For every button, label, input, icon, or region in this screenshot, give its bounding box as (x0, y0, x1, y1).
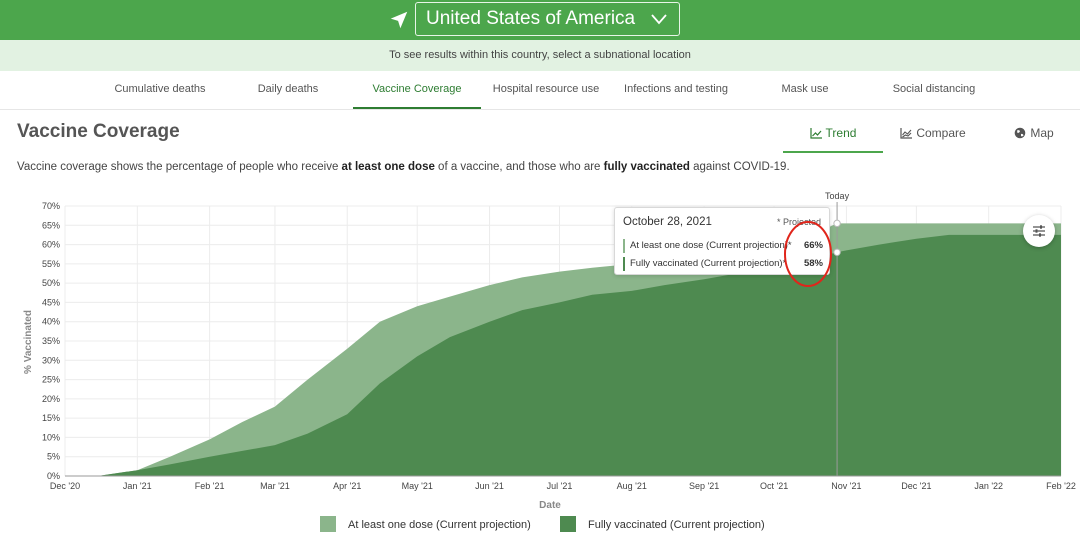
x-axis-label: Date (539, 500, 561, 511)
description-bold-2: fully vaccinated (603, 161, 690, 173)
tooltip-date: October 28, 2021 (623, 216, 712, 228)
legend-item-at-least-one-dose[interactable]: At least one dose (Current projection) (320, 516, 531, 534)
x-tick-label: Dec '20 (50, 481, 80, 491)
y-tick-label: 35% (42, 336, 60, 346)
location-arrow-icon[interactable] (388, 9, 410, 31)
description-part-1: Vaccine coverage shows the percentage of… (17, 161, 342, 173)
y-tick-label: 45% (42, 297, 60, 307)
tab-mask-use[interactable]: Mask use (760, 71, 850, 109)
y-tick-label: 30% (42, 355, 60, 365)
annotation-circle (784, 221, 832, 287)
x-tick-label: Feb '21 (195, 481, 225, 491)
description: Vaccine coverage shows the percentage of… (17, 161, 790, 173)
view-tab-compare-label: Compare (916, 126, 966, 140)
globe-icon (1015, 127, 1026, 139)
y-tick-label: 40% (42, 317, 60, 327)
tab-infections-and-testing[interactable]: Infections and testing (612, 71, 740, 109)
sliders-icon (1033, 225, 1045, 237)
x-tick-label: Oct '21 (760, 481, 788, 491)
y-tick-label: 55% (42, 259, 60, 269)
trend-icon (809, 128, 822, 139)
tooltip-row-label: Fully vaccinated (Current projection)* (630, 258, 787, 269)
location-bar: United States of America (0, 0, 1080, 40)
view-tab-compare[interactable]: Compare (893, 116, 973, 153)
x-tick-label: Mar '21 (260, 481, 290, 491)
view-tab-trend-label: Trend (825, 126, 857, 140)
legend-swatch (320, 516, 336, 532)
compare-icon (900, 128, 913, 139)
legend-swatch (560, 516, 576, 532)
y-tick-label: 50% (42, 278, 60, 288)
view-tab-trend[interactable]: Trend (783, 116, 883, 153)
tab-social-distancing[interactable]: Social distancing (872, 71, 996, 109)
x-tick-label: Jul '21 (547, 481, 573, 491)
tab-daily-deaths[interactable]: Daily deaths (238, 71, 338, 109)
description-bold-1: at least one dose (341, 161, 435, 173)
x-tick-label: Jan '21 (123, 481, 152, 491)
x-tick-label: Feb '22 (1046, 481, 1076, 491)
x-tick-label: Aug '21 (617, 481, 647, 491)
tab-cumulative-deaths[interactable]: Cumulative deaths (100, 71, 220, 109)
x-tick-label: May '21 (402, 481, 433, 491)
y-tick-label: 20% (42, 394, 60, 404)
x-tick-label: Jan '22 (974, 481, 1003, 491)
chevron-down-icon (651, 14, 667, 25)
view-tab-map[interactable]: Map (1005, 116, 1063, 153)
page-title: Vaccine Coverage (17, 121, 180, 142)
tab-hospital-resource-use[interactable]: Hospital resource use (485, 71, 607, 109)
y-tick-label: 15% (42, 413, 60, 423)
y-tick-label: 70% (42, 201, 60, 211)
metric-tabs: Cumulative deaths Daily deaths Vaccine C… (0, 71, 1080, 110)
legend-label: At least one dose (Current projection) (348, 519, 531, 531)
x-tick-label: Jun '21 (475, 481, 504, 491)
country-select-value: United States of America (426, 8, 636, 29)
y-tick-label: 10% (42, 432, 60, 442)
y-tick-label: 5% (47, 452, 60, 462)
description-part-2: of a vaccine, and those who are (434, 161, 604, 173)
subnational-note: To see results within this country, sele… (0, 40, 1080, 71)
description-part-3: against COVID-19. (689, 161, 790, 173)
chart-settings-button[interactable] (1023, 215, 1055, 247)
x-tick-label: Apr '21 (333, 481, 361, 491)
view-tab-map-label: Map (1030, 126, 1054, 140)
today-label: Today (825, 191, 850, 201)
legend-item-fully-vaccinated[interactable]: Fully vaccinated (Current projection) (560, 516, 765, 534)
legend-label: Fully vaccinated (Current projection) (588, 519, 765, 531)
y-axis-label: % Vaccinated (23, 310, 34, 374)
country-select[interactable]: United States of America (415, 2, 680, 36)
x-tick-label: Nov '21 (831, 481, 861, 491)
tooltip-row-label: At least one dose (Current projection)* (630, 240, 792, 251)
y-tick-label: 60% (42, 240, 60, 250)
vaccine-coverage-chart: 0% 5% 10% 15% 20% 25% 30% 35% 40% 45% 50% 55% 60% 65%… (23, 191, 1076, 511)
x-tick-label: Dec '21 (901, 481, 931, 491)
y-tick-label: 25% (42, 375, 60, 385)
x-tick-label: Sep '21 (689, 481, 719, 491)
tab-vaccine-coverage[interactable]: Vaccine Coverage (353, 71, 481, 109)
y-tick-label: 0% (47, 471, 60, 481)
y-tick-label: 65% (42, 220, 60, 230)
chart-areas (65, 223, 1061, 476)
